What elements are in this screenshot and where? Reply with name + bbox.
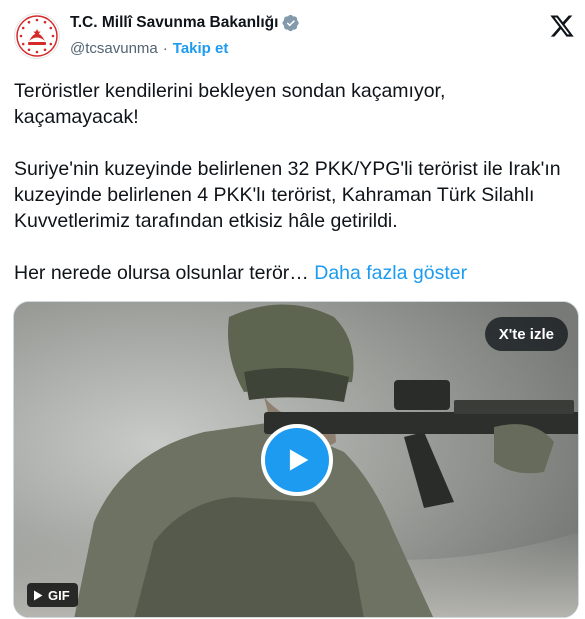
- follow-button[interactable]: Takip et: [173, 40, 229, 57]
- play-small-icon: [34, 590, 43, 600]
- handle-row: @tcsavunma · Takip et: [70, 40, 228, 57]
- video-media[interactable]: X'te izle GIF: [13, 301, 579, 618]
- play-button[interactable]: [261, 424, 333, 496]
- avatar[interactable]: [14, 13, 60, 59]
- handle[interactable]: @tcsavunma: [70, 40, 158, 57]
- show-more-link[interactable]: Daha fazla göster: [314, 262, 467, 284]
- tweet-line-1: Teröristler kendilerini bekleyen sondan …: [14, 80, 446, 102]
- ministry-emblem-icon: [16, 15, 58, 57]
- x-logo-icon[interactable]: [549, 13, 575, 39]
- play-icon: [289, 449, 309, 471]
- tweet-paragraph-3: Her nerede olursa olsunlar terör… Daha f…: [14, 260, 574, 286]
- tweet-card: T.C. Millî Savunma Bakanlığı @tcsavunma …: [0, 0, 585, 619]
- display-name[interactable]: T.C. Millî Savunma Bakanlığı: [70, 14, 278, 32]
- tweet-text: Teröristler kendilerini bekleyen sondan …: [14, 78, 574, 286]
- tweet-truncated-text: Her nerede olursa olsunlar terör…: [14, 262, 309, 284]
- tweet-paragraph-2: Suriye'nin kuzeyinde belirlenen 32 PKK/Y…: [14, 158, 561, 232]
- tweet-line-2: kaçamayacak!: [14, 106, 139, 128]
- gif-label: GIF: [48, 587, 70, 603]
- separator-dot: ·: [162, 40, 168, 57]
- gif-badge[interactable]: GIF: [27, 583, 78, 607]
- name-row: T.C. Millî Savunma Bakanlığı: [70, 14, 300, 32]
- watch-on-x-button[interactable]: X'te izle: [484, 317, 568, 351]
- verified-badge-icon: [282, 14, 300, 32]
